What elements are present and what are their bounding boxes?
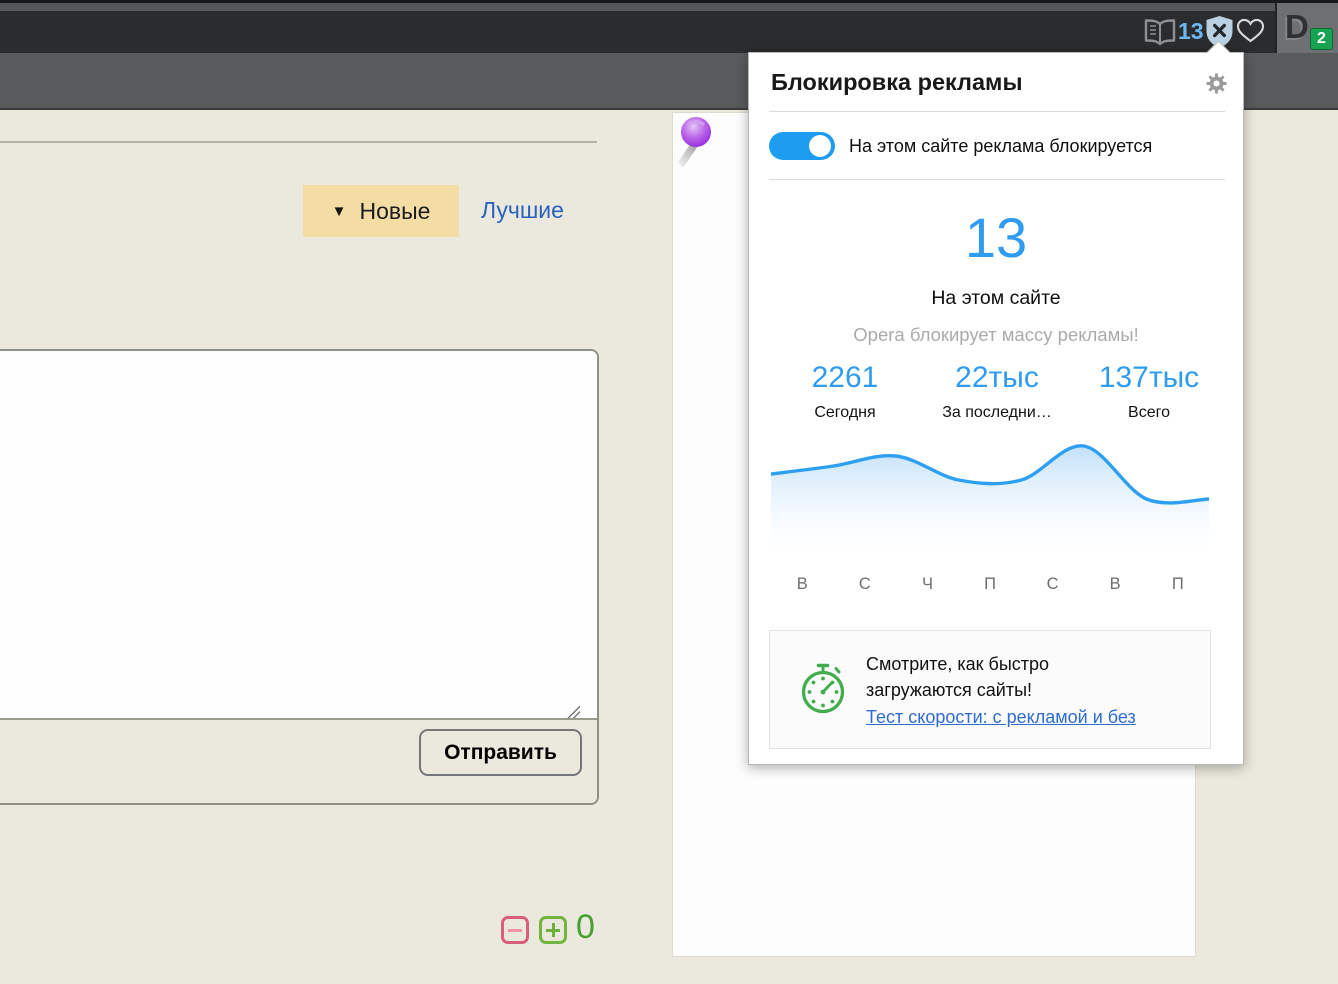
notification-badge: 2 [1310, 28, 1333, 50]
day-label: П [1146, 575, 1209, 594]
stats-row: 2261 Сегодня 22тыс За последни… 137тыс В… [769, 361, 1225, 422]
stopwatch-icon [797, 659, 849, 717]
speedtest-text: Смотрите, как быстро загружаются сайты! … [866, 651, 1136, 730]
day-label: П [959, 575, 1022, 594]
day-label: В [1084, 575, 1147, 594]
pushpin-icon [671, 114, 717, 174]
favorites-heart-icon[interactable] [1236, 17, 1265, 45]
sort-new-label: Новые [359, 198, 430, 225]
app-logo[interactable]: D [1285, 8, 1309, 46]
chart-day-labels: В С Ч П С В П [771, 575, 1209, 594]
address-bar [0, 11, 1276, 53]
chrome-separator [1275, 3, 1277, 53]
toggle-label: На этом сайте реклама блокируется [849, 136, 1152, 157]
day-label: Ч [896, 575, 959, 594]
adblock-toggle[interactable] [769, 132, 835, 160]
vote-up-button[interactable] [539, 916, 567, 944]
stat-recent: 22тыс За последни… [921, 361, 1073, 422]
divider [769, 179, 1225, 180]
stat-value: 137тыс [1073, 361, 1225, 395]
blocked-count: 13 [749, 205, 1243, 270]
minus-icon [508, 929, 522, 932]
settings-gear-icon[interactable] [1206, 73, 1227, 94]
vote-down-button[interactable] [501, 916, 529, 944]
adblock-count-badge[interactable]: 13 [1178, 18, 1204, 45]
speedtest-line1: Смотрите, как быстро [866, 651, 1136, 677]
toggle-knob [809, 135, 831, 157]
stat-label: Сегодня [769, 404, 921, 422]
popup-title: Блокировка рекламы [771, 69, 1023, 96]
day-label: В [771, 575, 834, 594]
submit-button[interactable]: Отправить [419, 729, 582, 776]
sort-tab-best[interactable]: Лучшие [481, 197, 564, 224]
divider [769, 111, 1225, 112]
sort-tab-new[interactable]: ▼ Новые [303, 185, 459, 237]
speedtest-link[interactable]: Тест скорости: с рекламой и без [866, 704, 1136, 730]
dropdown-arrow-icon: ▼ [332, 203, 347, 220]
tab-strip [0, 3, 1338, 11]
blocked-ads-chart [771, 444, 1209, 564]
speedtest-line2: загружаются сайты! [866, 677, 1136, 703]
plus-icon [546, 929, 560, 932]
stat-total: 137тыс Всего [1073, 361, 1225, 422]
stat-label: За последни… [921, 404, 1073, 422]
reading-list-icon[interactable] [1143, 19, 1177, 46]
day-label: С [834, 575, 897, 594]
comment-form: Отправить [0, 349, 599, 805]
tagline: Opera блокирует массу рекламы! [749, 324, 1243, 346]
vote-count: 0 [576, 908, 595, 947]
page-background: 13 D 2 ▼ Новые Лучшие [0, 0, 1338, 984]
adblock-popup: Блокировка рекламы На этом сайте реклама… [748, 52, 1244, 765]
stat-today: 2261 Сегодня [769, 361, 921, 422]
textarea-resize-handle[interactable] [567, 706, 580, 718]
stat-value: 2261 [769, 361, 921, 395]
section-divider [0, 141, 597, 143]
speedtest-card: Смотрите, как быстро загружаются сайты! … [769, 630, 1211, 749]
day-label: С [1021, 575, 1084, 594]
blocked-count-label: На этом сайте [749, 287, 1243, 310]
stat-label: Всего [1073, 404, 1225, 422]
stat-value: 22тыс [921, 361, 1073, 395]
comment-textarea[interactable] [0, 351, 597, 720]
